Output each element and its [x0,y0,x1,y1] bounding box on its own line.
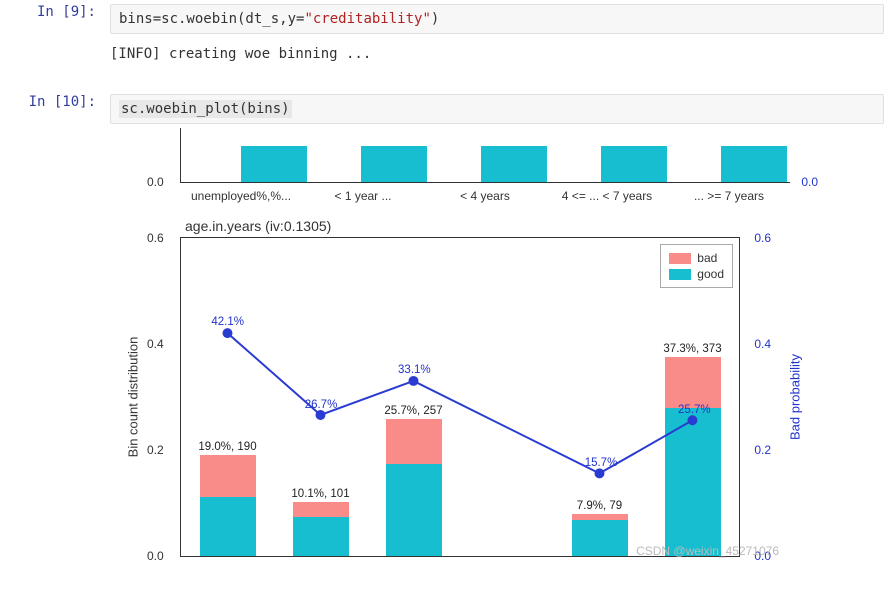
legend-swatch-good [669,269,691,280]
ytick: 0.2 [147,443,164,457]
mini-bar [361,146,427,182]
code-string: "creditability" [304,11,430,27]
code-input-10[interactable]: sc.woebin_plot(bins) [110,94,884,124]
y2tick: 0.6 [754,231,771,245]
mini-cat: unemployed%,%... [180,189,302,203]
line-point-label: 33.1% [398,365,431,377]
legend-label-bad: bad [697,251,717,265]
mini-cat: < 4 years [424,189,546,203]
line-point-label: 25.7% [678,404,711,416]
mini-xaxis: unemployed%,%... < 1 year ... < 4 years … [180,189,790,203]
mini-bar [721,146,787,182]
mini-bar [241,146,307,182]
y2tick: 0.2 [754,443,771,457]
chart-title: age.in.years (iv:0.1305) [185,218,331,234]
code-text: bins=sc.woebin(dt_s,y= [119,11,304,27]
legend-label-good: good [697,267,724,281]
y-axis-label: Bin count distribution [126,337,141,458]
prompt-in-10: In [10]: [0,94,110,110]
mini-chart: 0.0 0.0 [180,128,790,183]
mini-bar [481,146,547,182]
line-point-label: 26.7% [305,399,338,411]
mini-cat: 4 <= ... < 7 years [546,189,668,203]
main-chart: age.in.years (iv:0.1305) Bin count distr… [180,237,740,557]
code-text-suffix: ) [431,11,439,27]
mini-ytick: 0.0 [147,175,164,189]
cell-9-output: [INFO] creating woe binning ... [110,34,884,86]
cell-9: In [9]: bins=sc.woebin(dt_s,y="creditabi… [0,0,884,90]
y2-axis-label: Bad probability [788,354,803,440]
mini-y2tick: 0.0 [801,175,818,189]
mini-cat: < 1 year ... [302,189,424,203]
cell-10: In [10]: sc.woebin_plot(bins) [0,90,884,128]
code-input-9[interactable]: bins=sc.woebin(dt_s,y="creditability") [110,4,884,34]
chart-output: 0.0 0.0 unemployed%,%... < 1 year ... < … [0,128,884,557]
legend: bad good [660,244,733,288]
ytick: 0.4 [147,337,164,351]
mini-cat: ... >= 7 years [668,189,790,203]
legend-swatch-bad [669,253,691,264]
mini-bar [601,146,667,182]
ytick: 0.0 [147,549,164,563]
line-point-label: 15.7% [585,457,618,469]
line-point-label: 42.1% [211,317,244,329]
line-layer [181,238,739,557]
code-text-10: sc.woebin_plot(bins) [119,100,292,118]
watermark: CSDN @weixin_45271076 [636,544,779,558]
ytick: 0.6 [147,231,164,245]
prompt-in-9: In [9]: [0,4,110,20]
y2tick: 0.4 [754,337,771,351]
